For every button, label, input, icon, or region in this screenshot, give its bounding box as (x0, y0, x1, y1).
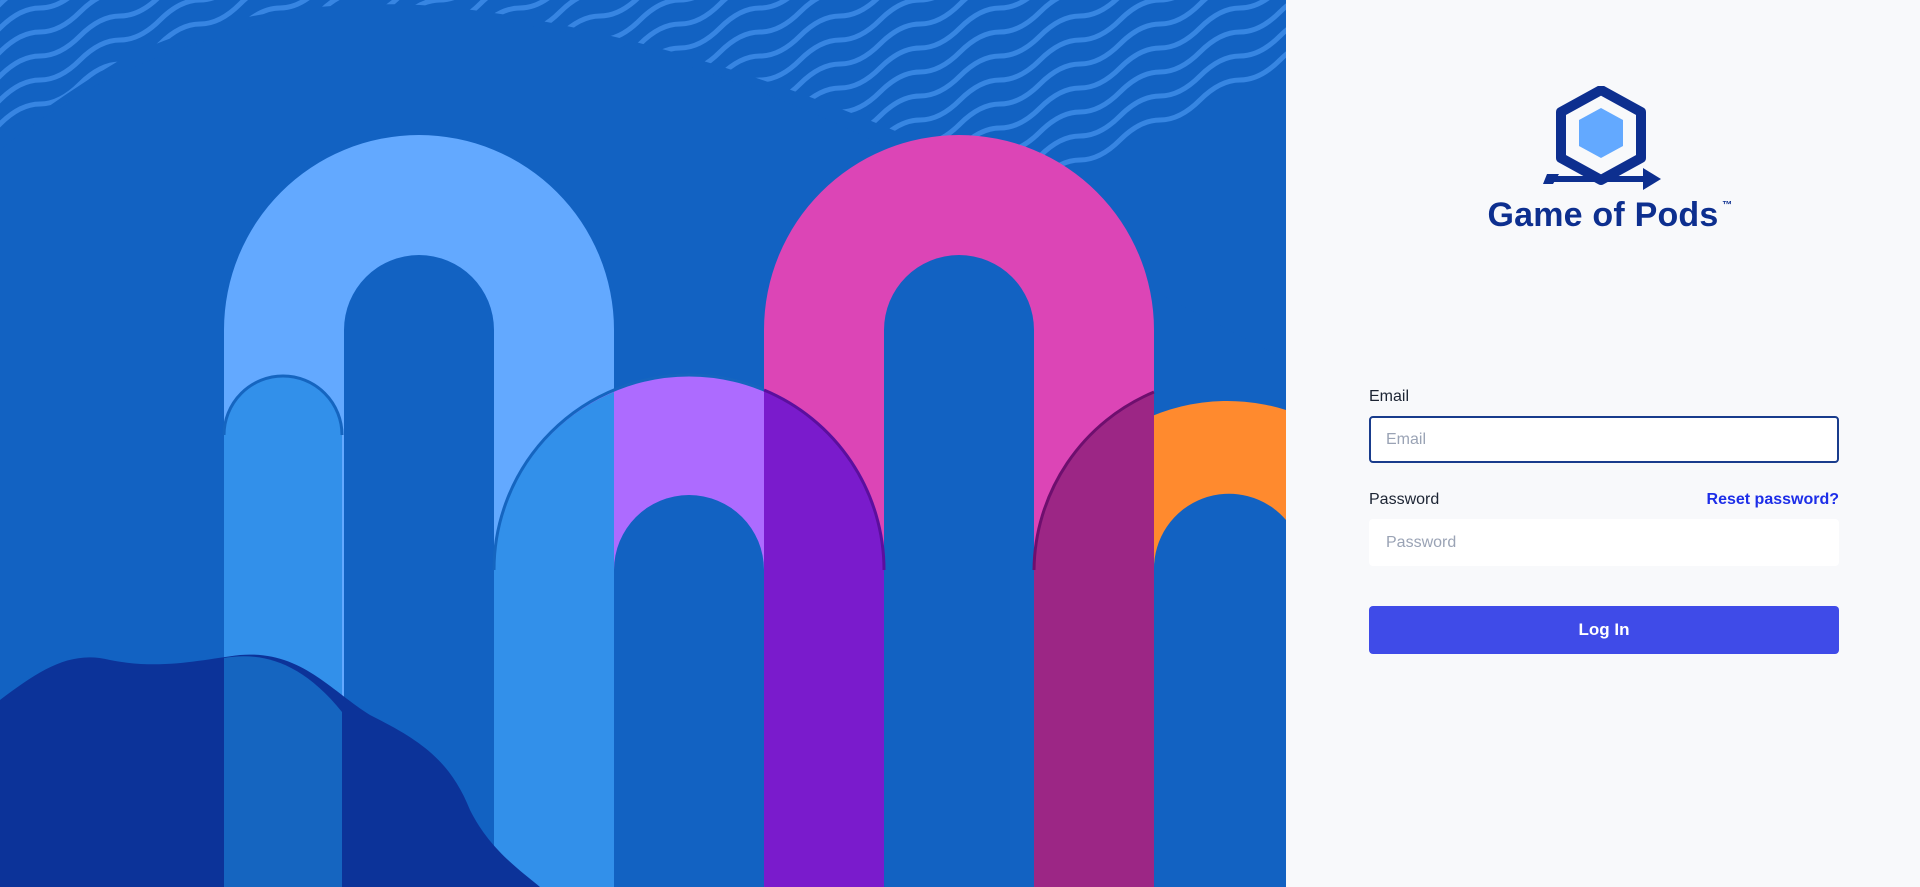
hexagon-cube-logo-icon (1543, 86, 1661, 190)
login-panel: Game of Pods™ Email Password Reset passw… (1286, 0, 1920, 887)
trademark-symbol: ™ (1722, 200, 1733, 211)
login-form: Email Password Reset password? Log In (1369, 388, 1839, 654)
login-page: Game of Pods™ Email Password Reset passw… (0, 0, 1920, 887)
reset-password-link[interactable]: Reset password? (1707, 491, 1839, 509)
brand-name-text: Game of Pods (1487, 196, 1719, 234)
email-input[interactable] (1369, 416, 1839, 463)
brand-name: Game of Pods ™ (1487, 196, 1732, 235)
email-label: Email (1369, 388, 1410, 405)
hero-illustration (0, 0, 1286, 887)
password-field-group: Password Reset password? (1369, 491, 1839, 566)
abstract-arches-artwork (0, 0, 1286, 887)
password-label: Password (1369, 491, 1440, 508)
email-label-row: Email (1369, 388, 1839, 406)
login-button[interactable]: Log In (1369, 606, 1839, 654)
brand-logo: Game of Pods ™ (1286, 86, 1920, 235)
password-label-row: Password Reset password? (1369, 491, 1839, 509)
password-input[interactable] (1369, 519, 1839, 566)
email-field-group: Email (1369, 388, 1839, 463)
